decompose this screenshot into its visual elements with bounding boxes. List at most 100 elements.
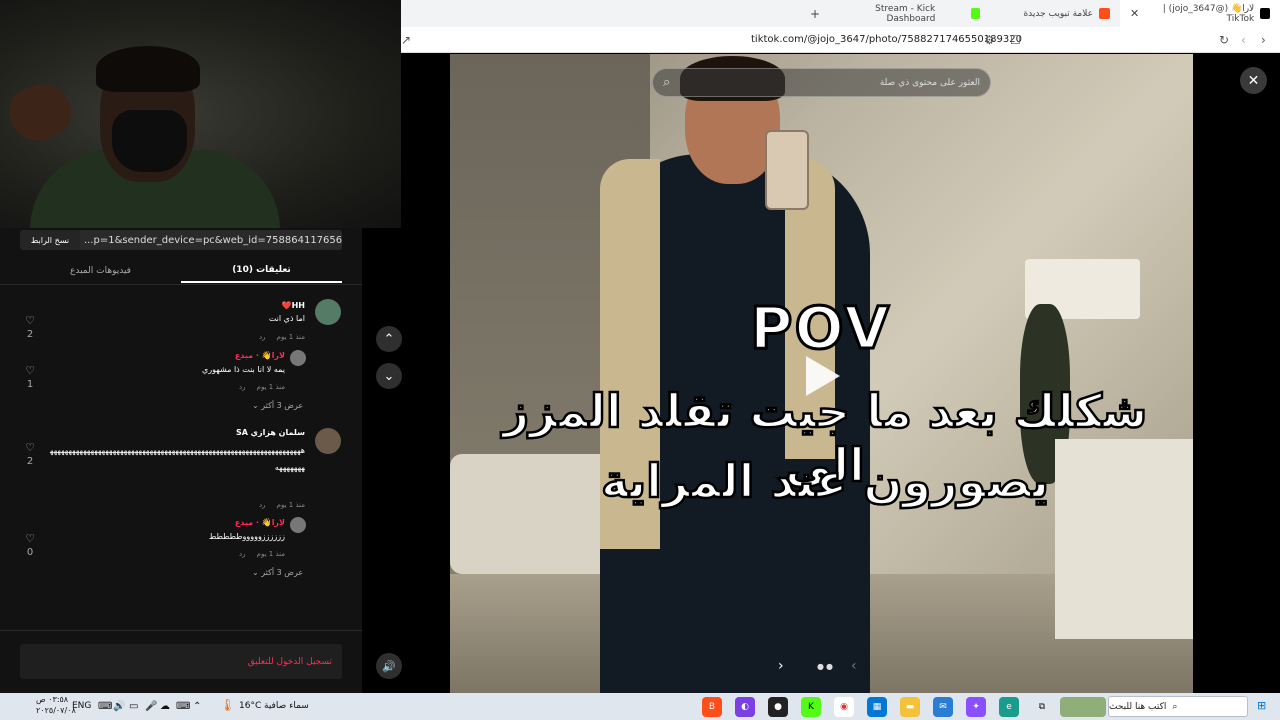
comment-text: هههههههههههههههههههههههههههههههههههههههه… bbox=[50, 446, 305, 472]
weather-icon[interactable]: 🌡 bbox=[220, 698, 235, 712]
webcam-overlay bbox=[0, 0, 401, 228]
previous-post-button[interactable]: ⌃ bbox=[376, 326, 402, 352]
tab-kick[interactable]: Stream - Kick Dashboard + bbox=[800, 0, 990, 27]
keyboard-icon[interactable]: ⌨ bbox=[176, 701, 190, 712]
copilot-taskbar-icon[interactable]: ✦ bbox=[966, 697, 986, 717]
view-more-replies[interactable]: ⌄ عرض 3 أكثر bbox=[252, 401, 303, 410]
tab-tiktok[interactable]: لارا👋 (@jojo_3647) | TikTok ✕ bbox=[1120, 0, 1280, 27]
comment-author[interactable]: لارا👋 · مبدع bbox=[150, 351, 285, 360]
next-post-button[interactable]: ⌄ bbox=[376, 363, 402, 389]
next-photo-icon[interactable]: › bbox=[778, 658, 784, 674]
browser-tab-bar: لارا👋 (@jojo_3647) | TikTok ✕ علامة تبوي… bbox=[401, 0, 1280, 27]
windows-taskbar: ٠٣:٥٨ ص ٢٠٢٥/٠٧/٠٨ ENG ⌨ 🔊 ▭ 🎤 ☁ ⌨ ⌃ 🌡 1… bbox=[0, 693, 1280, 720]
widgets-image[interactable] bbox=[1060, 697, 1106, 717]
close-tab-icon[interactable]: ✕ bbox=[1130, 7, 1139, 20]
previous-photo-icon[interactable]: ‹ bbox=[851, 658, 857, 674]
heart-icon[interactable]: ♡ bbox=[23, 441, 37, 454]
share-icon[interactable]: ↗ bbox=[401, 33, 411, 47]
search-icon[interactable]: ⌕ bbox=[663, 75, 670, 90]
divider bbox=[0, 284, 362, 285]
divider bbox=[0, 630, 362, 631]
comment-text: اما ذي انت bbox=[268, 314, 305, 323]
volume-icon[interactable]: 🔊 bbox=[376, 653, 402, 679]
address-bar: ↗ tiktok.com/@jojo_3647/photo/7588271746… bbox=[401, 27, 1280, 53]
photo-pagination-dots: ●● bbox=[817, 662, 835, 671]
explorer-taskbar-icon[interactable]: ▬ bbox=[900, 697, 920, 717]
url-text[interactable]: tiktok.com/@jojo_3647/photo/758827174655… bbox=[751, 34, 1022, 45]
comment-author[interactable]: سلمان هزازي SA bbox=[180, 428, 305, 437]
store-taskbar-icon[interactable]: ▦ bbox=[867, 697, 887, 717]
tab-new[interactable]: علامة تبويب جديدة bbox=[990, 0, 1120, 27]
weather-desc[interactable]: سماء صافية bbox=[264, 701, 309, 711]
forward-icon[interactable]: ‹ bbox=[1241, 33, 1246, 47]
bookmark-icon[interactable]: ☐ bbox=[1010, 33, 1021, 47]
avatar[interactable] bbox=[315, 428, 341, 454]
reply-button[interactable]: رد bbox=[239, 383, 246, 391]
login-to-comment[interactable]: تسجيل الدخول للتعليق bbox=[20, 644, 342, 679]
comment-meta: منذ 1 يوم رد bbox=[239, 550, 285, 558]
cloud-icon[interactable]: ☁ bbox=[160, 701, 170, 712]
tab-creator-videos[interactable]: فيديوهات المبدع bbox=[20, 258, 181, 283]
like-count: 2 bbox=[26, 456, 34, 467]
search-icon: ⌕ bbox=[1172, 701, 1178, 712]
reload-icon[interactable]: ↻ bbox=[1219, 33, 1229, 47]
task-view-icon[interactable]: ⧉ bbox=[1032, 697, 1052, 717]
taskbar-search-input[interactable]: ⌕ اكتب هنا للبحث bbox=[1108, 696, 1248, 717]
chrome-taskbar-icon[interactable]: ◉ bbox=[834, 697, 854, 717]
comment-author[interactable]: HH❤️ bbox=[180, 301, 305, 310]
back-icon[interactable]: › bbox=[1261, 33, 1266, 47]
site-settings-icon[interactable]: ⚙ bbox=[984, 33, 995, 47]
photo-phone bbox=[765, 130, 809, 210]
comment-meta: منذ 1 يوم رد bbox=[239, 383, 285, 391]
obs-taskbar-icon[interactable]: ● bbox=[768, 697, 788, 717]
weather-temp[interactable]: 16°C bbox=[239, 701, 261, 711]
kick-favicon-icon bbox=[971, 8, 980, 19]
speaker-icon[interactable]: 🔊 bbox=[113, 701, 125, 712]
chevron-up-icon[interactable]: ⌃ bbox=[193, 701, 201, 712]
avatar[interactable] bbox=[315, 299, 341, 325]
comment-text: يمه لا انا بنت ذا مشهوري bbox=[202, 365, 285, 374]
search-placeholder: العثور على محتوى ذي صلة bbox=[879, 77, 980, 88]
face-mask bbox=[112, 110, 187, 172]
brave-favicon-icon bbox=[1099, 8, 1110, 19]
like-count: 0 bbox=[26, 547, 34, 558]
pov-text: POV bbox=[748, 293, 892, 364]
comment-text: ززززززوووووططططط bbox=[208, 532, 285, 541]
monitor-icon[interactable]: ▭ bbox=[129, 701, 138, 712]
tab-comments[interactable]: (10) تعليقات bbox=[181, 258, 342, 283]
kick-taskbar-icon[interactable]: K bbox=[801, 697, 821, 717]
tab-title: علامة تبويب جديدة bbox=[1023, 8, 1093, 19]
network-icon[interactable]: ⌨ bbox=[98, 701, 112, 712]
like-count: 1 bbox=[26, 379, 34, 390]
caption-line-2: يصورون عند المراية bbox=[600, 453, 1051, 510]
post-photo[interactable]: POV شكلك بعد ما جيت تقلد المزز الي يصورو… bbox=[450, 54, 1193, 693]
avatar[interactable] bbox=[290, 517, 306, 533]
tiktok-favicon-icon bbox=[1260, 8, 1270, 19]
heart-icon[interactable]: ♡ bbox=[23, 532, 37, 545]
clock-time[interactable]: ٠٣:٥٨ ص bbox=[36, 695, 68, 704]
edge-taskbar-icon[interactable]: e bbox=[999, 697, 1019, 717]
reply-button[interactable]: رد bbox=[239, 550, 246, 558]
tab-title: لارا👋 (@jojo_3647) | TikTok bbox=[1162, 3, 1255, 24]
related-search-input[interactable]: العثور على محتوى ذي صلة ⌕ bbox=[652, 68, 991, 97]
app-taskbar-icon[interactable]: ◐ bbox=[735, 697, 755, 717]
new-tab-button[interactable]: + bbox=[810, 7, 820, 21]
close-icon[interactable]: ✕ bbox=[1240, 67, 1267, 94]
view-more-replies[interactable]: ⌄ عرض 3 أكثر bbox=[252, 568, 303, 577]
heart-icon[interactable]: ♡ bbox=[23, 314, 37, 327]
windows-start-icon[interactable]: ⊞ bbox=[1257, 699, 1266, 712]
language-indicator[interactable]: ENG bbox=[72, 701, 91, 711]
reply-button[interactable]: رد bbox=[259, 333, 266, 341]
brave-taskbar-icon[interactable]: B bbox=[702, 697, 722, 717]
heart-icon[interactable]: ♡ bbox=[23, 364, 37, 377]
comment-author[interactable]: لارا👋 · مبدع bbox=[150, 518, 285, 527]
mic-icon[interactable]: 🎤 bbox=[145, 701, 157, 712]
share-link-text[interactable]: ...p=1&sender_device=pc&web_id=758864117… bbox=[80, 230, 342, 250]
clock-date[interactable]: ٢٠٢٥/٠٧/٠٨ bbox=[36, 706, 76, 715]
copy-link-button[interactable]: نسخ الرابط bbox=[20, 230, 80, 250]
taskbar-search-placeholder: اكتب هنا للبحث bbox=[1109, 701, 1167, 712]
streamer-hair bbox=[96, 46, 200, 92]
reply-button[interactable]: رد bbox=[259, 501, 266, 509]
mail-taskbar-icon[interactable]: ✉ bbox=[933, 697, 953, 717]
avatar[interactable] bbox=[290, 350, 306, 366]
